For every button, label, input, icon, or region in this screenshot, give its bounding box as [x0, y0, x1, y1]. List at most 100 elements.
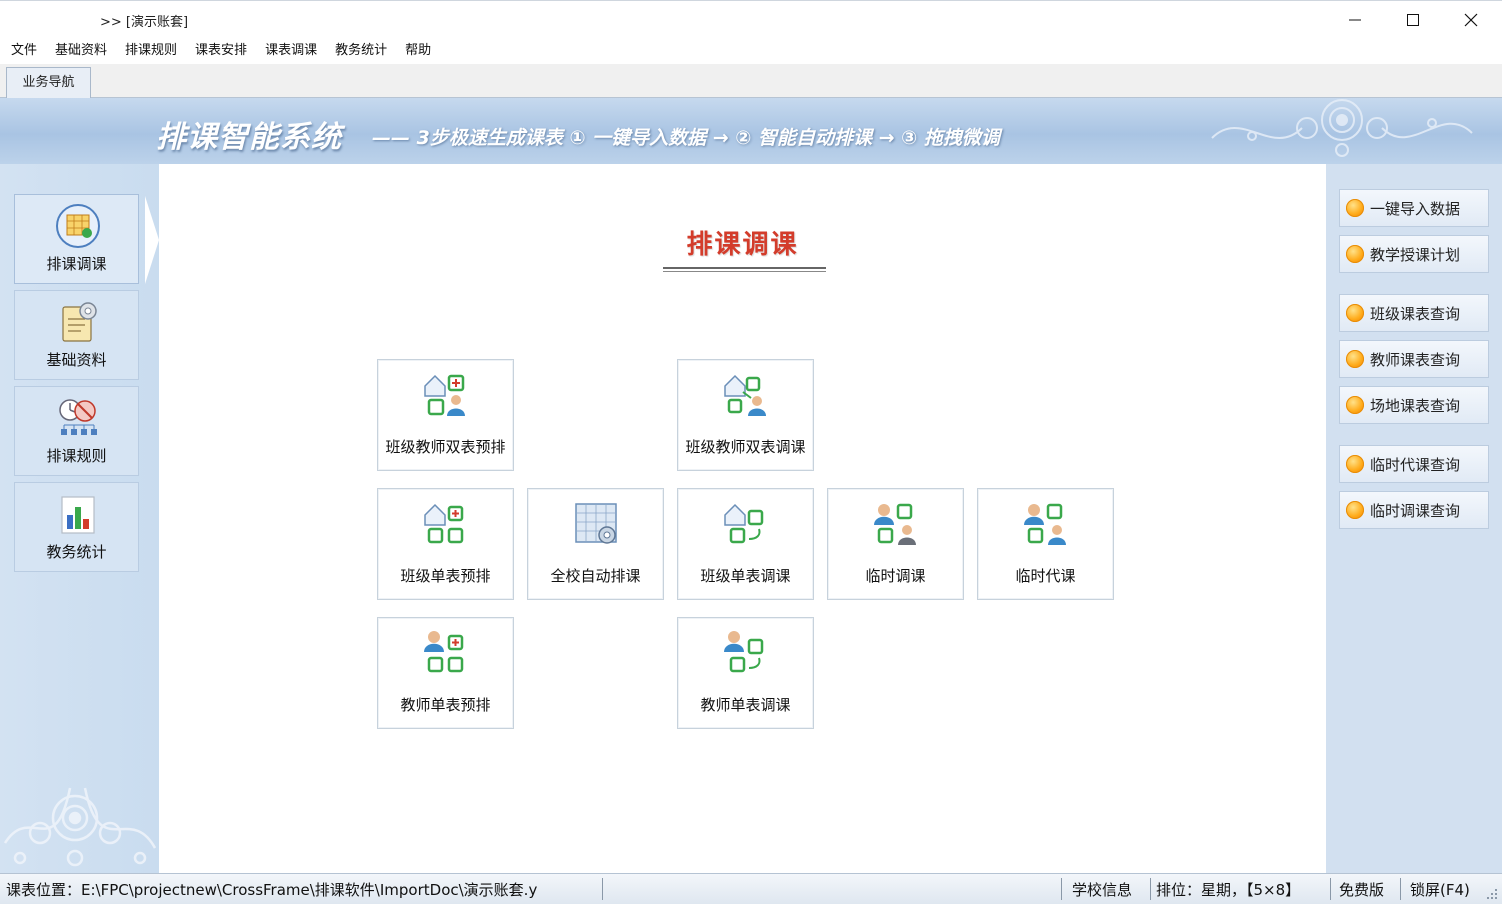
- status-separator: [1400, 878, 1401, 900]
- maximize-icon: [1407, 14, 1419, 26]
- resize-grip-icon[interactable]: [1486, 888, 1498, 900]
- menu-timetable-adjust[interactable]: 课表调课: [256, 39, 326, 63]
- tile-class-adjust[interactable]: 班级单表调课: [677, 488, 814, 600]
- tile-class-teacher-preschedule[interactable]: 班级教师双表预排: [377, 359, 514, 471]
- nav-item-label: 基础资料: [46, 351, 107, 369]
- rules-network-icon: [59, 399, 97, 435]
- close-icon: [1464, 13, 1478, 27]
- quick-button-label: 教学授课计划: [1370, 245, 1461, 264]
- nav-item-schedule-rules[interactable]: 排课规则: [14, 386, 139, 476]
- menu-timetable-arrange[interactable]: 课表安排: [186, 39, 256, 63]
- nav-item-basic-data[interactable]: 基础资料: [14, 290, 139, 380]
- minimize-button[interactable]: [1326, 1, 1384, 39]
- section-heading: 排课调课: [686, 230, 799, 260]
- tile-temp-adjust[interactable]: 临时调课: [827, 488, 964, 600]
- close-button[interactable]: [1442, 1, 1500, 39]
- tile-label: 全校自动排课: [550, 567, 641, 585]
- window-title: >> [演示账套]: [100, 15, 189, 30]
- quick-button-label: 一键导入数据: [1370, 199, 1461, 218]
- status-bar: 课表位置：E:\FPC\projectnew\CrossFrame\排课软件\I…: [0, 873, 1502, 904]
- menu-bar: 文件 基础资料 排课规则 课表安排 课表调课 教务统计 帮助: [0, 38, 1502, 64]
- heading-underline: [663, 271, 826, 272]
- status-separator: [1330, 878, 1331, 900]
- status-separator: [1150, 878, 1151, 900]
- status-separator: [602, 878, 603, 900]
- banner-ornament-icon: [1211, 99, 1473, 157]
- quick-links-panel: 一键导入数据 教学授课计划 班级课表查询 教师课表查询 场地课表查询 临时代课查…: [1326, 164, 1502, 873]
- nav-item-label: 排课规则: [46, 447, 107, 465]
- tile-label: 临时调课: [865, 567, 926, 585]
- quick-teaching-plan-button[interactable]: 教学授课计划: [1339, 235, 1489, 273]
- tile-teacher-adjust[interactable]: 教师单表调课: [677, 617, 814, 729]
- active-nav-pointer-icon: [145, 196, 159, 284]
- brand-title: 排课智能系统: [156, 120, 342, 155]
- menu-help[interactable]: 帮助: [396, 39, 440, 63]
- menu-academic-stats[interactable]: 教务统计: [326, 39, 396, 63]
- nav-item-schedule-adjust[interactable]: 排课调课: [14, 194, 139, 284]
- banner: 排课智能系统 —— 3步极速生成课表 ① 一键导入数据 → ② 智能自动排课 →…: [0, 98, 1502, 164]
- heading-underline: [663, 267, 826, 269]
- document-gear-icon: [62, 302, 97, 342]
- left-navigation: 排课调课 基础资料 排课规则 教务统计: [0, 164, 159, 873]
- schedule-calendar-icon: [56, 204, 100, 248]
- teacher-preschedule-icon: [424, 631, 464, 673]
- temp-adjust-icon: [874, 503, 916, 545]
- quick-class-timetable-button[interactable]: 班级课表查询: [1339, 294, 1489, 332]
- status-school-info[interactable]: 学校信息: [1072, 879, 1132, 900]
- quick-import-data-button[interactable]: 一键导入数据: [1339, 189, 1489, 227]
- orange-dot-icon: [1346, 350, 1364, 368]
- tab-strip: 业务导航: [0, 64, 1502, 99]
- quick-button-label: 班级课表查询: [1370, 304, 1461, 323]
- nav-item-label: 教务统计: [46, 543, 107, 561]
- quick-button-label: 教师课表查询: [1370, 350, 1461, 369]
- status-edition: 免费版: [1339, 881, 1385, 899]
- tile-label: 班级单表调课: [700, 567, 791, 585]
- status-layout: 排位：星期，【5×8】: [1156, 881, 1301, 899]
- tile-class-teacher-adjust[interactable]: 班级教师双表调课: [677, 359, 814, 471]
- class-teacher-adjust-icon: [724, 374, 766, 416]
- quick-button-label: 场地课表查询: [1370, 396, 1461, 415]
- class-teacher-preschedule-icon: [424, 374, 465, 416]
- status-lock-screen[interactable]: 锁屏(F4): [1410, 879, 1470, 900]
- class-adjust-icon: [724, 503, 764, 544]
- tile-teacher-preschedule[interactable]: 教师单表预排: [377, 617, 514, 729]
- nav-item-academic-stats[interactable]: 教务统计: [14, 482, 139, 572]
- auto-schedule-icon: [575, 503, 617, 544]
- tile-temp-substitute[interactable]: 临时代课: [977, 488, 1114, 600]
- nav-item-label: 排课调课: [46, 255, 107, 273]
- class-preschedule-icon: [424, 503, 464, 544]
- maximize-button[interactable]: [1384, 1, 1442, 39]
- title-bar: >> [演示账套]: [0, 0, 1502, 38]
- orange-dot-icon: [1346, 199, 1364, 217]
- tile-class-preschedule[interactable]: 班级单表预排: [377, 488, 514, 600]
- status-path: 课表位置：E:\FPC\projectnew\CrossFrame\排课软件\I…: [6, 881, 538, 899]
- corner-ornament-icon: [3, 787, 157, 867]
- temp-substitute-icon: [1024, 503, 1066, 545]
- quick-venue-timetable-button[interactable]: 场地课表查询: [1339, 386, 1489, 424]
- tile-label: 班级单表预排: [400, 567, 491, 585]
- minimize-icon: [1349, 19, 1361, 21]
- orange-dot-icon: [1346, 396, 1364, 414]
- teacher-adjust-icon: [724, 631, 764, 673]
- tile-auto-schedule[interactable]: 全校自动排课: [527, 488, 664, 600]
- orange-dot-icon: [1346, 304, 1364, 322]
- orange-dot-icon: [1346, 501, 1364, 519]
- main-panel: 排课调课 班级教师双表预排 班级教师双表调课 班级单表预排 全校自动排课 班级单…: [159, 164, 1326, 873]
- menu-schedule-rules[interactable]: 排课规则: [116, 39, 186, 63]
- quick-temp-substitute-query-button[interactable]: 临时代课查询: [1339, 445, 1489, 483]
- tab-business-navigation[interactable]: 业务导航: [6, 67, 91, 99]
- quick-temp-adjust-query-button[interactable]: 临时调课查询: [1339, 491, 1489, 529]
- tile-label: 班级教师双表预排: [385, 438, 506, 456]
- banner-slogan: —— 3步极速生成课表 ① 一键导入数据 → ② 智能自动排课 → ③ 拖拽微调: [372, 127, 1000, 149]
- tile-label: 临时代课: [1015, 567, 1076, 585]
- quick-button-label: 临时调课查询: [1370, 501, 1461, 520]
- orange-dot-icon: [1346, 245, 1364, 263]
- orange-dot-icon: [1346, 455, 1364, 473]
- tile-label: 教师单表调课: [700, 696, 791, 714]
- menu-basic-data[interactable]: 基础资料: [46, 39, 116, 63]
- tile-label: 班级教师双表调课: [685, 438, 806, 456]
- tile-label: 教师单表预排: [400, 696, 491, 714]
- status-separator: [1061, 878, 1062, 900]
- menu-file[interactable]: 文件: [2, 39, 46, 63]
- quick-teacher-timetable-button[interactable]: 教师课表查询: [1339, 340, 1489, 378]
